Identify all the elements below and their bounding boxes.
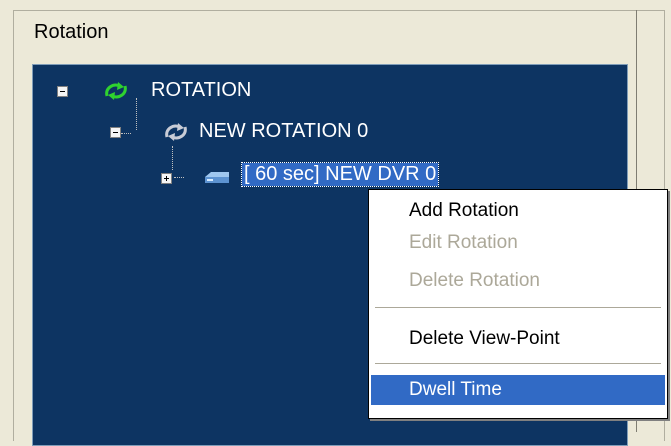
context-menu: Add Rotation Edit Rotation Delete Rotati… — [368, 189, 668, 419]
expand-dvr-toggle[interactable] — [161, 173, 172, 184]
menu-separator — [375, 307, 661, 308]
tree-connector — [136, 98, 138, 130]
tree-node-new-rotation[interactable]: NEW ROTATION 0 — [199, 120, 368, 143]
menu-delete-view-point[interactable]: Delete View-Point — [371, 324, 665, 354]
tree-node-dvr-selected[interactable]: [ 60 sec] NEW DVR 0 — [240, 162, 440, 187]
menu-delete-rotation[interactable]: Delete Rotation — [371, 266, 665, 296]
tree-node-root[interactable]: ROTATION — [151, 79, 251, 102]
tree-connector — [172, 146, 174, 170]
menu-separator — [375, 363, 661, 364]
menu-add-rotation[interactable]: Add Rotation — [371, 196, 665, 226]
group-title: Rotation — [34, 21, 109, 43]
menu-dwell-time[interactable]: Dwell Time — [371, 375, 665, 405]
dvr-device-icon — [203, 168, 231, 191]
rotation-green-icon — [103, 80, 129, 107]
rotation-gray-icon — [163, 121, 189, 148]
collapse-root-toggle[interactable] — [57, 86, 68, 97]
tree-connector — [174, 177, 184, 179]
tree-connector — [121, 133, 131, 135]
menu-edit-rotation[interactable]: Edit Rotation — [371, 228, 665, 258]
collapse-child-toggle[interactable] — [110, 127, 121, 138]
